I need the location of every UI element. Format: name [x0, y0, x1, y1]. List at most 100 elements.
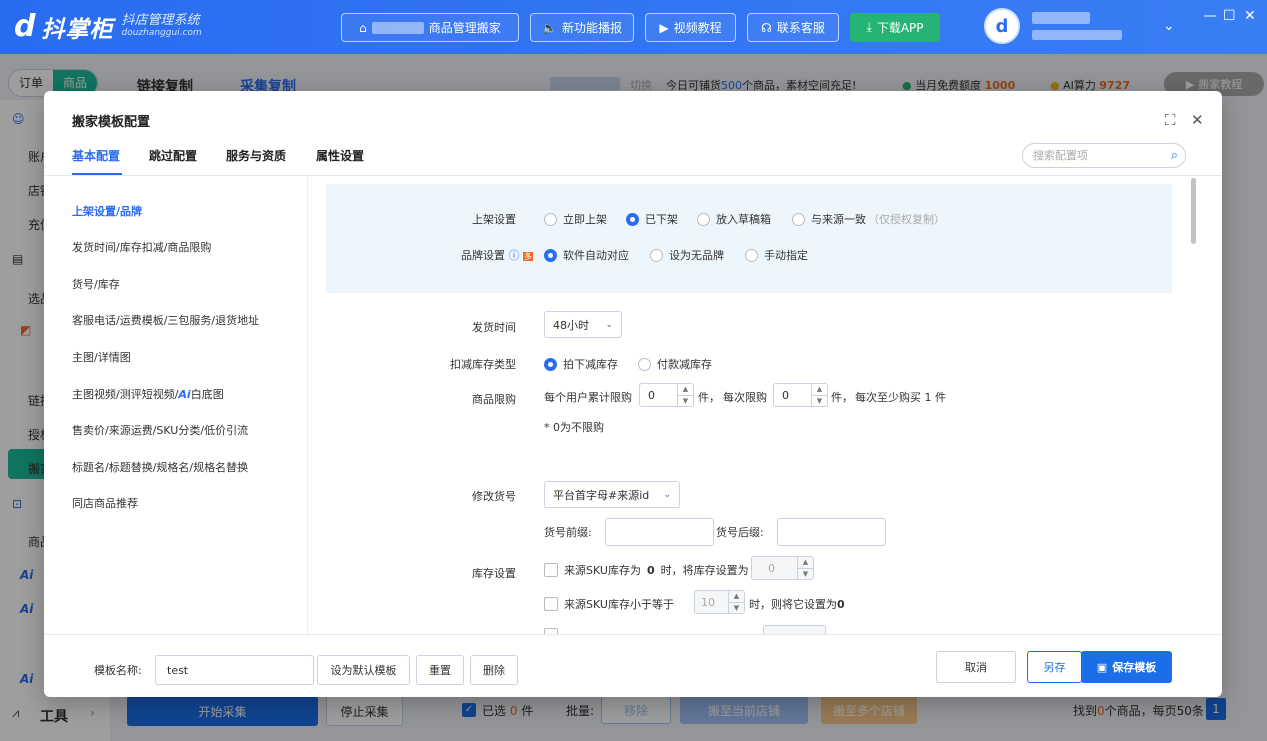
deduct-option-order[interactable]: 拍下减库存	[544, 356, 618, 372]
min-buy: 每次至少购买 1 件	[855, 391, 946, 404]
chevron-down-icon[interactable]: ▼	[729, 601, 744, 614]
listing-option-off[interactable]: 已下架	[626, 211, 678, 227]
listing-option-now[interactable]: 立即上架	[544, 211, 607, 227]
stock-rule-1[interactable]: 来源SKU库存为 0 时，将库存设置为	[544, 562, 749, 578]
move-manage-button[interactable]: ⌂ 商品管理搬家	[341, 13, 519, 42]
avatar[interactable]: d	[984, 8, 1020, 44]
listing-option-draft[interactable]: 放入草稿箱	[697, 211, 771, 227]
tab-basic[interactable]: 基本配置	[72, 147, 120, 164]
nav-title[interactable]: 标题名/标题替换/规格名/规格名替换	[72, 459, 248, 475]
config-content: 上架设置 立即上架 已下架 放入草稿箱 与来源一致 （仅授权复制） 品牌设置 ⓘ …	[308, 176, 1192, 634]
save-as-button[interactable]: 另存	[1027, 651, 1082, 683]
stock-rule-2[interactable]: 来源SKU库存小于等于	[544, 596, 674, 612]
content-scrollbar[interactable]	[1188, 176, 1200, 634]
sku-prefix-input[interactable]	[605, 518, 714, 546]
video-tutorial-button[interactable]: ▶ 视频教程	[645, 13, 736, 42]
close-window-icon[interactable]: ✕	[1244, 8, 1256, 24]
app-subtitle: 抖店管理系统	[121, 13, 200, 28]
chevron-down-icon[interactable]: ▼	[812, 394, 827, 407]
listing-option-same[interactable]: 与来源一致 （仅授权复制）	[792, 211, 945, 227]
stock-rule-3-stepper[interactable]	[763, 625, 826, 634]
per-order-stepper[interactable]: 0 ▲ ▼	[773, 383, 828, 407]
sku-format-select[interactable]: 平台首字母#来源id ⌄	[544, 481, 680, 508]
help-icon[interactable]: ⓘ	[509, 249, 520, 262]
per-user-label: 每个用户累计限购	[544, 391, 632, 404]
deduct-label: 扣减库存类型	[450, 358, 516, 371]
per-order-label: 每次限购	[723, 391, 767, 404]
chevron-down-icon[interactable]: ▼	[678, 394, 693, 407]
template-name-label: 模板名称:	[94, 664, 142, 677]
ai-icon: Ai	[178, 388, 191, 401]
brand-option-none[interactable]: 设为无品牌	[650, 247, 724, 263]
stock-rule-1-stepper[interactable]: 0 ▲ ▼	[751, 556, 814, 580]
tab-skip[interactable]: 跳过配置	[149, 147, 197, 164]
download-icon: ⤓	[866, 20, 872, 34]
lock-icon: ⌂	[359, 20, 367, 35]
config-search[interactable]: ⌕	[1022, 143, 1186, 168]
per-user-stepper[interactable]: 0 ▲ ▼	[639, 383, 694, 407]
blurred-text	[371, 21, 424, 34]
new-feature-button[interactable]: 🔈 新功能播报	[530, 13, 634, 42]
deduct-option-pay[interactable]: 付款减库存	[638, 356, 712, 372]
nav-sku-stock[interactable]: 货号/库存	[72, 276, 120, 292]
brand-option-manual[interactable]: 手动指定	[745, 247, 808, 263]
stock-rule-1-checkbox[interactable]	[544, 563, 558, 577]
chevron-down-icon: ⌄	[663, 489, 671, 500]
minimize-icon[interactable]: —	[1203, 8, 1217, 24]
nav-images[interactable]: 主图/详情图	[72, 349, 131, 365]
scrollbar-thumb[interactable]	[1191, 178, 1196, 244]
chevron-down-icon[interactable]: ▼	[798, 567, 813, 580]
app-domain: douzhanggui.com	[121, 28, 202, 38]
stock-rule-2-suffix: 时，则将它设置为0	[749, 598, 845, 611]
multi-badge: 多	[523, 252, 533, 261]
contact-support-button[interactable]: ☊ 联系客服	[747, 13, 839, 42]
save-icon: ▣	[1096, 660, 1108, 674]
app-name: 抖掌柜	[41, 17, 114, 43]
set-default-button[interactable]: 设为默认模板	[317, 655, 410, 685]
top-bar: d 抖掌柜 抖店管理系统 douzhanggui.com ⌂ 商品管理搬家 🔈 …	[0, 0, 1267, 54]
sku-suffix-label: 货号后缀:	[716, 526, 764, 539]
search-icon[interactable]: ⌕	[1171, 148, 1178, 163]
chevron-down-icon: ⌄	[605, 319, 613, 330]
ship-label: 发货时间	[472, 321, 516, 334]
template-config-modal: 搬家模板配置 ⛶ ✕ 基本配置 跳过配置 服务与资质 属性设置 ⌕ 上架设置/品…	[44, 91, 1222, 697]
expand-icon[interactable]: ⛶	[1165, 111, 1176, 129]
sku-suffix-input[interactable]	[777, 518, 886, 546]
nav-recommend[interactable]: 同店商品推荐	[72, 495, 138, 511]
chevron-up-icon[interactable]: ▲	[812, 384, 827, 395]
sku-label: 修改货号	[472, 490, 516, 503]
ship-time-select[interactable]: 48小时 ⌄	[544, 311, 622, 338]
reset-button[interactable]: 重置	[416, 655, 464, 685]
chevron-up-icon[interactable]: ▲	[678, 384, 693, 395]
brand-label: 品牌设置 ⓘ 多	[461, 249, 533, 262]
close-icon[interactable]: ✕	[1191, 111, 1204, 129]
tab-attributes[interactable]: 属性设置	[316, 147, 364, 164]
video-icon: ▶	[659, 20, 669, 35]
stock-rule-2-stepper[interactable]: 10 ▲ ▼	[694, 590, 745, 614]
nav-video[interactable]: 主图视频/测评短视频/Ai白底图	[72, 386, 224, 402]
delete-button[interactable]: 删除	[470, 655, 518, 685]
config-search-input[interactable]	[1033, 149, 1153, 162]
nav-service[interactable]: 客服电话/运费模板/三包服务/退货地址	[72, 312, 259, 328]
template-name-input[interactable]: test	[155, 655, 314, 685]
headset-icon: ☊	[761, 20, 772, 35]
user-dropdown-icon[interactable]: ⌄	[1163, 18, 1175, 34]
speaker-icon: 🔈	[542, 20, 557, 35]
brand-option-auto[interactable]: 软件自动对应	[544, 247, 629, 263]
user-info-blurred[interactable]	[1032, 12, 1122, 40]
maximize-icon[interactable]: ☐	[1223, 8, 1236, 24]
limit-label: 商品限购	[472, 393, 516, 406]
save-template-button[interactable]: ▣ 保存模板	[1081, 651, 1172, 683]
stock-label: 库存设置	[472, 567, 516, 580]
unit-label: 件，	[831, 391, 853, 404]
tab-service[interactable]: 服务与资质	[226, 147, 286, 164]
cancel-button[interactable]: 取消	[936, 651, 1016, 683]
download-app-button[interactable]: ⤓ 下载APP	[850, 13, 940, 42]
stock-rule-2-checkbox[interactable]	[544, 597, 558, 611]
nav-listing-brand[interactable]: 上架设置/品牌	[72, 203, 142, 219]
chevron-up-icon[interactable]: ▲	[798, 557, 813, 568]
nav-price[interactable]: 售卖价/来源运费/SKU分类/低价引流	[72, 422, 248, 438]
chevron-up-icon[interactable]: ▲	[729, 591, 744, 602]
nav-ship-stock[interactable]: 发货时间/库存扣减/商品限购	[72, 239, 211, 255]
limit-hint: * 0为不限购	[544, 421, 604, 434]
